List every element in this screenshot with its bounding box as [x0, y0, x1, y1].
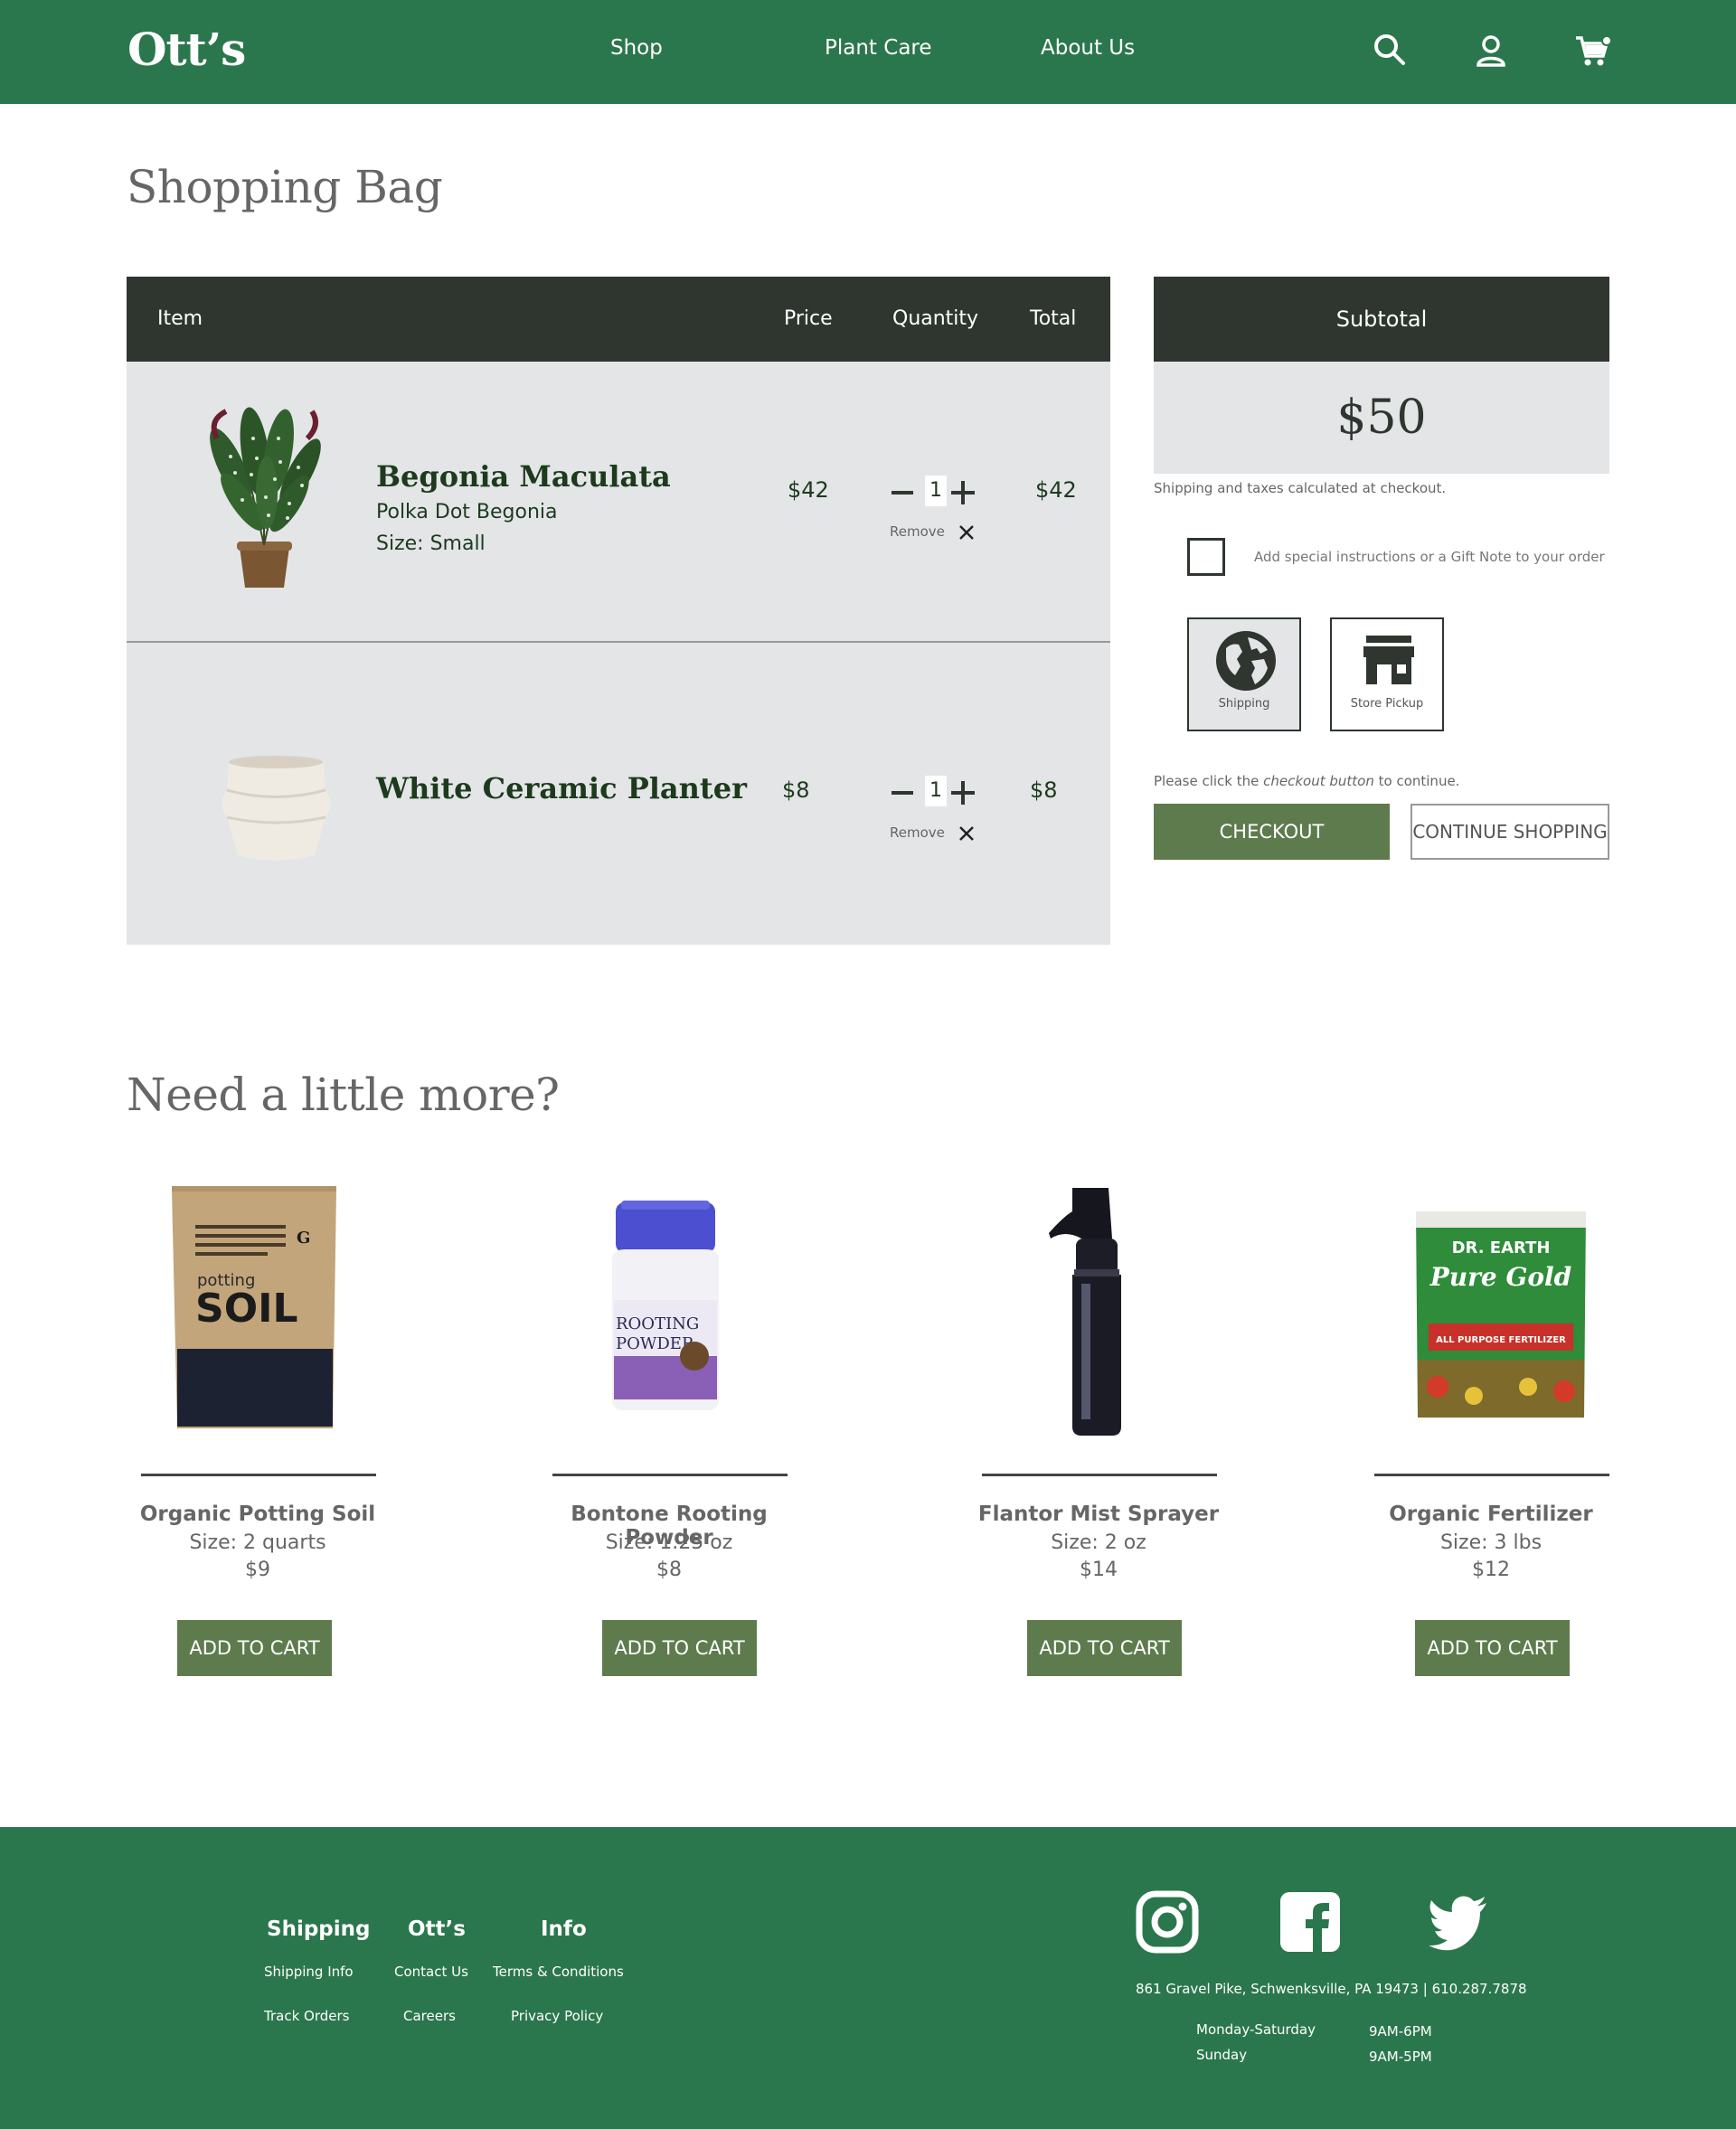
col-item: Item — [157, 307, 203, 330]
fertilizer-label-bottom: ALL PURPOSE FERTILIZER — [1436, 1335, 1566, 1345]
potting-soil-image: potting SOIL G — [172, 1186, 336, 1428]
qty-increase-button[interactable] — [951, 481, 975, 504]
col-price: Price — [784, 307, 833, 330]
footer-link-privacy[interactable]: Privacy Policy — [511, 2008, 603, 2024]
facebook-icon[interactable] — [1278, 1890, 1342, 1954]
product-name[interactable]: Organic Potting Soil — [127, 1503, 389, 1526]
add-to-cart-button[interactable]: ADD TO CART — [602, 1620, 757, 1676]
qty-increase-button[interactable] — [951, 781, 975, 805]
card-divider — [982, 1474, 1217, 1476]
store-pickup-option-label: Store Pickup — [1350, 697, 1424, 711]
qty-value[interactable]: 1 — [925, 776, 947, 806]
planter-image — [222, 756, 331, 861]
site-header: Ott’s Shop Plant Care About Us — [0, 0, 1736, 104]
store-pickup-option[interactable]: Store Pickup — [1330, 617, 1444, 731]
footer-link-careers[interactable]: Careers — [403, 2008, 456, 2024]
checkout-button[interactable]: CHECKOUT — [1154, 804, 1390, 860]
product-size: Size: 3 lbs — [1439, 1531, 1543, 1554]
nav-shop[interactable]: Shop — [610, 36, 663, 60]
add-to-cart-button[interactable]: ADD TO CART — [1027, 1620, 1182, 1676]
shipping-option[interactable]: Shipping — [1187, 617, 1301, 731]
card-divider — [141, 1474, 376, 1476]
checkout-instructions: Please click the checkout button to cont… — [1154, 773, 1460, 789]
globe-icon — [1216, 631, 1276, 691]
product-name[interactable]: Flantor Mist Sprayer — [967, 1503, 1230, 1526]
product-size: Size: 1.25 oz — [605, 1531, 733, 1554]
search-icon[interactable] — [1370, 31, 1410, 71]
add-to-cart-button[interactable]: ADD TO CART — [177, 1620, 332, 1676]
footer-link-track-orders[interactable]: Track Orders — [264, 2008, 349, 2024]
add-to-cart-button[interactable]: ADD TO CART — [1415, 1620, 1570, 1676]
gift-note-label[interactable]: Add special instructions or a Gift Note … — [1254, 549, 1605, 565]
qty-value[interactable]: 1 — [925, 476, 947, 506]
footer-address: 861 Gravel Pike, Schwenksville, PA 19473… — [1136, 1981, 1527, 1997]
product-price: $14 — [1080, 1559, 1118, 1581]
fertilizer-label-top: DR. EARTH — [1452, 1239, 1551, 1258]
twitter-icon[interactable] — [1427, 1890, 1490, 1954]
remove-label[interactable]: Remove — [890, 824, 945, 841]
hours-time: 9AM-6PM — [1369, 2023, 1432, 2040]
store-icon — [1363, 636, 1414, 684]
footer-link-terms[interactable]: Terms & Conditions — [493, 1964, 624, 1980]
remove-label[interactable]: Remove — [890, 523, 945, 540]
footer-heading-otts: Ott’s — [408, 1917, 466, 1941]
continue-shopping-button[interactable]: CONTINUE SHOPPING — [1410, 804, 1609, 860]
footer-link-contact-us[interactable]: Contact Us — [394, 1964, 468, 1980]
item-total: $8 — [1030, 777, 1058, 803]
hours-days: Sunday — [1196, 2047, 1248, 2063]
nav-about-us[interactable]: About Us — [1041, 36, 1135, 60]
svg-text:G: G — [297, 1229, 310, 1248]
rooting-powder-image: ROOTING POWDER — [612, 1201, 719, 1410]
item-subtitle: Polka Dot Begonia — [376, 501, 558, 523]
cart-table-header: Item Price Quantity Total — [127, 277, 1110, 362]
footer-heading-info: Info — [541, 1917, 587, 1941]
card-divider — [552, 1474, 788, 1476]
hours-days: Monday-Saturday — [1196, 2021, 1316, 2038]
site-footer: Shipping Shipping Info Track Orders Ott’… — [0, 1827, 1736, 2129]
item-price: $42 — [788, 477, 829, 503]
site-logo[interactable]: Ott’s — [127, 23, 246, 76]
cart-row: Begonia Maculata Polka Dot Begonia Size:… — [127, 362, 1110, 642]
shipping-option-label: Shipping — [1218, 697, 1270, 711]
item-size: Size: Small — [376, 532, 486, 555]
col-total: Total — [1030, 307, 1077, 330]
product-size: Size: 2 quarts — [189, 1531, 326, 1554]
col-quantity: Quantity — [892, 307, 979, 330]
instagram-icon[interactable] — [1136, 1890, 1199, 1954]
cart-row: White Ceramic Planter $8 1 Remove $8 — [127, 643, 1110, 945]
mist-sprayer-image — [1049, 1188, 1121, 1436]
footer-heading-shipping: Shipping — [267, 1917, 371, 1941]
footer-link-shipping-info[interactable]: Shipping Info — [264, 1964, 354, 1980]
cart-count-badge — [1601, 35, 1612, 46]
shipping-note: Shipping and taxes calculated at checkou… — [1154, 480, 1447, 496]
remove-x-icon[interactable] — [958, 825, 975, 842]
fertilizer-label-mid: Pure Gold — [1429, 1262, 1572, 1292]
remove-x-icon[interactable] — [958, 524, 975, 541]
product-price: $12 — [1472, 1559, 1510, 1581]
product-name[interactable]: Organic Fertilizer — [1360, 1503, 1622, 1526]
item-name[interactable]: Begonia Maculata — [376, 459, 671, 494]
begonia-image — [210, 407, 321, 588]
page-title: Shopping Bag — [127, 161, 443, 213]
qty-decrease-button[interactable] — [892, 491, 913, 495]
gift-note-checkbox[interactable] — [1187, 538, 1225, 576]
bag-text-big: SOIL — [195, 1286, 298, 1332]
product-size: Size: 2 oz — [1051, 1531, 1146, 1554]
recommendations-title: Need a little more? — [127, 1069, 560, 1121]
fertilizer-image: DR. EARTH Pure Gold ALL PURPOSE FERTILIZ… — [1416, 1211, 1586, 1418]
subtotal-amount: $50 — [1154, 362, 1609, 474]
nav-plant-care[interactable]: Plant Care — [825, 36, 932, 60]
item-total: $42 — [1035, 477, 1077, 503]
svg-text:ROOTING: ROOTING — [616, 1314, 699, 1333]
item-price: $8 — [782, 777, 810, 803]
product-price: $9 — [245, 1559, 270, 1581]
card-divider — [1374, 1474, 1609, 1476]
hours-time: 9AM-5PM — [1369, 2049, 1432, 2065]
item-name[interactable]: White Ceramic Planter — [376, 771, 747, 805]
account-icon[interactable] — [1471, 31, 1511, 71]
qty-decrease-button[interactable] — [892, 791, 913, 795]
subtotal-header: Subtotal — [1154, 277, 1609, 362]
product-price: $8 — [656, 1559, 682, 1581]
